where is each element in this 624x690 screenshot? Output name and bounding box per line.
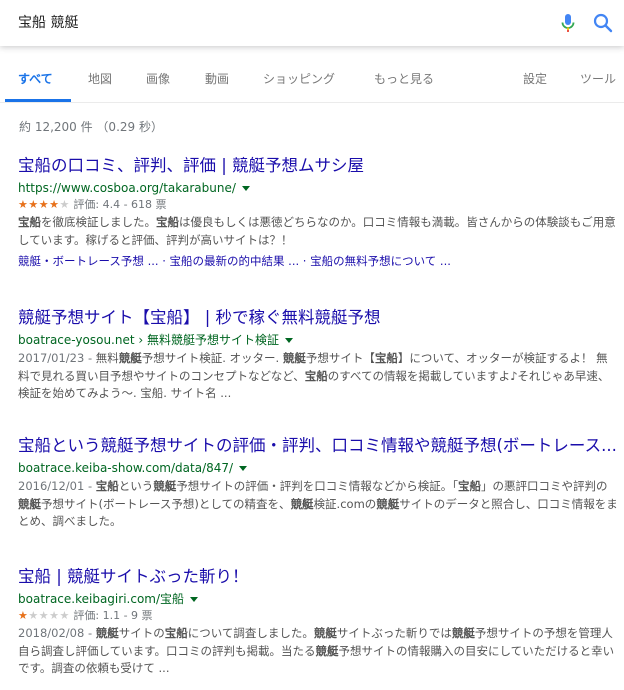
snippet-highlight: 競艇 xyxy=(290,496,314,511)
search-result: 宝船の口コミ、評判、評価 | 競艇予想ムサシ屋 https://www.cosb… xyxy=(18,155,618,269)
rating-text: 評価: 1.1 - 9 票 xyxy=(73,609,153,622)
search-result: 宝船 | 競艇サイトぶった斬り！ boatrace.keibagiri.com/… xyxy=(18,566,618,678)
snippet-highlight: 宝船 xyxy=(95,479,119,493)
snippet-highlight: 競艇 xyxy=(313,626,337,640)
snippet-text: について調査しました。 xyxy=(187,626,314,640)
result-title-link[interactable]: 宝船 | 競艇サイトぶった斬り！ xyxy=(18,566,618,588)
star-icon: ★ xyxy=(59,609,70,622)
result-snippet: 2017/01/23 - 無料競艇予想サイト検証. オッター. 競艇予想サイト【… xyxy=(18,350,618,403)
snippet-text: 予想サイト(ボートレース予想)としての精査を、 xyxy=(41,496,291,511)
active-tab-indicator xyxy=(5,99,71,102)
snippet-text: 予想サイト検証. オッター. xyxy=(141,351,283,365)
snippet-highlight: 宝船 xyxy=(458,479,481,493)
search-input[interactable]: 宝船 競艇 xyxy=(18,0,78,46)
snippet-text: サイトの xyxy=(118,626,165,640)
dropdown-caret-icon[interactable] xyxy=(284,338,293,343)
star-icon: ★ xyxy=(38,198,50,211)
snippet-highlight: 宝船 xyxy=(374,351,398,365)
star-rating-icon: ★★★★★ xyxy=(18,609,70,622)
result-url-text[interactable]: boatrace-yosou.net › 無料競艇予想サイト検証 xyxy=(18,333,279,347)
result-title-link[interactable]: 宝船の口コミ、評判、評価 | 競艇予想ムサシ屋 xyxy=(18,155,618,177)
tab-more[interactable]: もっと見る xyxy=(374,70,434,87)
snippet-text: 無料 xyxy=(95,351,119,365)
snippet-text: サイトぶった斬りでは xyxy=(336,626,452,640)
snippet-text: 予想サイトの評価・評判を口コミ情報などから検証。「 xyxy=(176,479,458,493)
star-icon: ★ xyxy=(59,198,70,211)
result-date: 2017/01/23 - xyxy=(18,351,96,365)
star-icon: ★ xyxy=(28,609,39,622)
snippet-highlight: 競艇 xyxy=(95,626,119,640)
result-url-text[interactable]: boatrace.keiba-show.com/data/847/ xyxy=(18,461,233,475)
star-icon: ★ xyxy=(49,609,60,622)
result-date: 2018/02/08 - xyxy=(18,626,96,640)
search-result: 宝船という競艇予想サイトの評価・評判、口コミ情報や競艇予想(ボートレース... … xyxy=(18,435,618,531)
result-url-text[interactable]: boatrace.keibagiri.com/宝船 xyxy=(18,592,184,606)
snippet-highlight: 宝船 xyxy=(164,626,188,640)
result-date: 2016/12/01 - xyxy=(18,479,96,493)
star-icon: ★ xyxy=(38,609,50,622)
tab-tools[interactable]: ツール xyxy=(580,70,616,87)
dropdown-caret-icon[interactable] xyxy=(241,186,250,191)
snippet-highlight: 宝船 xyxy=(18,215,41,229)
snippet-text: 」の悪評口コミや評判の xyxy=(481,479,608,493)
result-snippet: 宝船を徹底検証しました。宝船は優良もしくは悪徳どちらなのか。口コミ情報も満載。皆… xyxy=(18,214,618,249)
result-title-link[interactable]: 宝船という競艇予想サイトの評価・評判、口コミ情報や競艇予想(ボートレース... xyxy=(18,435,618,457)
star-icon: ★ xyxy=(28,198,39,211)
snippet-highlight: 競艇 xyxy=(315,643,339,658)
result-url: boatrace.keiba-show.com/data/847/ xyxy=(18,459,618,477)
snippet-highlight: 競艇 xyxy=(282,351,306,365)
star-icon: ★ xyxy=(49,198,60,211)
dropdown-caret-icon[interactable] xyxy=(239,466,248,471)
star-rating-icon: ★★★★★ xyxy=(18,198,70,211)
result-stats: 約 12,200 件 （0.29 秒） xyxy=(19,120,163,134)
search-bar: 宝船 競艇 xyxy=(0,0,624,46)
snippet-text: 検証.comの xyxy=(313,496,377,511)
result-url-text[interactable]: https://www.cosboa.org/takarabune/ xyxy=(18,181,236,195)
result-snippet: 2018/02/08 - 競艇サイトの宝船について調査しました。競艇サイトぶった… xyxy=(18,625,618,678)
result-sitelinks[interactable]: 競艇・ボートレース予想 ... · 宝船の最新の的中結果 ... · 宝船の無料… xyxy=(18,253,618,269)
snippet-text: を徹底検証しました。 xyxy=(41,215,156,229)
snippet-highlight: 競艇 xyxy=(451,626,475,640)
result-snippet: 2016/12/01 - 宝船という競艇予想サイトの評価・評判を口コミ情報などか… xyxy=(18,478,618,531)
snippet-text: 予想サイト【 xyxy=(305,351,375,365)
search-tabs: すべて 地図 画像 動画 ショッピング もっと見る 設定 ツール xyxy=(0,46,624,103)
result-rating: ★★★★★ 評価: 4.4 - 618 票 xyxy=(18,197,618,213)
snippet-highlight: 競艇 xyxy=(118,351,142,365)
tab-maps[interactable]: 地図 xyxy=(88,70,112,87)
tab-all[interactable]: すべて xyxy=(18,70,53,87)
snippet-highlight: 競艇 xyxy=(18,496,41,511)
snippet-highlight: 宝船 xyxy=(304,368,328,383)
snippet-text: という xyxy=(118,479,154,493)
result-title-link[interactable]: 競艇予想サイト【宝船】 | 秒で稼ぐ無料競艇予想 xyxy=(18,307,618,329)
tab-videos[interactable]: 動画 xyxy=(205,70,229,87)
tab-settings[interactable]: 設定 xyxy=(523,70,547,87)
dropdown-caret-icon[interactable] xyxy=(190,597,199,602)
tab-shopping[interactable]: ショッピング xyxy=(263,70,335,87)
result-url: boatrace-yosou.net › 無料競艇予想サイト検証 xyxy=(18,331,618,349)
result-rating: ★★★★★ 評価: 1.1 - 9 票 xyxy=(18,608,618,624)
result-url: https://www.cosboa.org/takarabune/ xyxy=(18,179,618,197)
tab-images[interactable]: 画像 xyxy=(146,70,170,87)
search-icon[interactable] xyxy=(592,12,614,34)
star-icon: ★ xyxy=(18,198,29,211)
snippet-highlight: 競艇 xyxy=(153,479,177,493)
star-icon: ★ xyxy=(18,609,29,622)
snippet-highlight: 競艇 xyxy=(376,496,400,511)
snippet-highlight: 宝船 xyxy=(156,215,179,229)
microphone-icon[interactable] xyxy=(558,13,578,33)
search-result: 競艇予想サイト【宝船】 | 秒で稼ぐ無料競艇予想 boatrace-yosou.… xyxy=(18,307,618,403)
rating-text: 評価: 4.4 - 618 票 xyxy=(73,198,167,211)
result-url: boatrace.keibagiri.com/宝船 xyxy=(18,590,618,608)
